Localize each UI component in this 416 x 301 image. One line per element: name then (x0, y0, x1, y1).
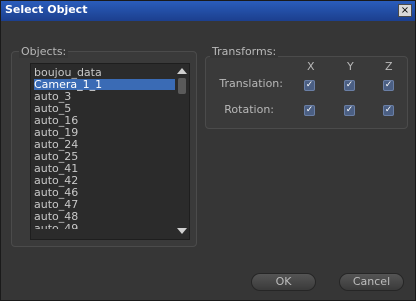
axis-x-header: X (307, 60, 315, 73)
close-icon: × (400, 5, 410, 16)
cancel-button[interactable]: Cancel (339, 273, 404, 291)
list-item[interactable]: auto_5 (34, 103, 176, 114)
list-item[interactable]: auto_47 (34, 199, 176, 210)
rotation-x-checkbox[interactable]: ✓ (304, 105, 315, 116)
list-item[interactable]: auto_19 (34, 127, 176, 138)
list-item[interactable]: auto_3 (34, 91, 176, 102)
list-item[interactable]: auto_48 (34, 211, 176, 222)
select-object-dialog: Select Object × Objects: boujou_data Cam… (0, 0, 416, 301)
check-icon: ✓ (305, 80, 314, 90)
objects-label: Objects: (19, 45, 69, 58)
list-item[interactable]: auto_49 (34, 223, 176, 229)
axis-z-header: Z (385, 60, 393, 73)
translation-z-checkbox[interactable]: ✓ (383, 80, 394, 91)
list-item[interactable]: auto_41 (34, 163, 176, 174)
ok-button[interactable]: OK (251, 273, 316, 291)
translation-y-checkbox[interactable]: ✓ (344, 80, 355, 91)
list-item[interactable]: auto_24 (34, 139, 176, 150)
title-bar[interactable]: Select Object × (1, 1, 415, 21)
list-item[interactable]: auto_25 (34, 151, 176, 162)
rotation-z-checkbox[interactable]: ✓ (383, 105, 394, 116)
list-item[interactable]: auto_46 (34, 187, 176, 198)
translation-x-checkbox[interactable]: ✓ (304, 80, 315, 91)
close-button[interactable]: × (398, 4, 412, 17)
check-icon: ✓ (345, 105, 354, 115)
scroll-up-arrow-icon[interactable] (177, 68, 187, 74)
translation-label: Translation: (219, 77, 283, 90)
list-item-selected[interactable]: Camera_1_1 (34, 79, 176, 90)
list-item[interactable]: boujou_data (34, 67, 176, 78)
rotation-label: Rotation: (224, 103, 274, 116)
transforms-label: Transforms: (210, 45, 279, 58)
check-icon: ✓ (384, 80, 393, 90)
check-icon: ✓ (384, 105, 393, 115)
list-item[interactable]: auto_16 (34, 115, 176, 126)
window-title: Select Object (5, 3, 88, 16)
check-icon: ✓ (305, 105, 314, 115)
axis-y-header: Y (347, 60, 354, 73)
check-icon: ✓ (345, 80, 354, 90)
rotation-y-checkbox[interactable]: ✓ (344, 105, 355, 116)
scroll-down-arrow-icon[interactable] (177, 228, 187, 234)
scroll-thumb[interactable] (178, 78, 186, 94)
list-item[interactable]: auto_42 (34, 175, 176, 186)
list-scrollbar[interactable] (175, 64, 189, 239)
objects-list[interactable]: boujou_data Camera_1_1 auto_3 auto_5 aut… (30, 63, 190, 240)
